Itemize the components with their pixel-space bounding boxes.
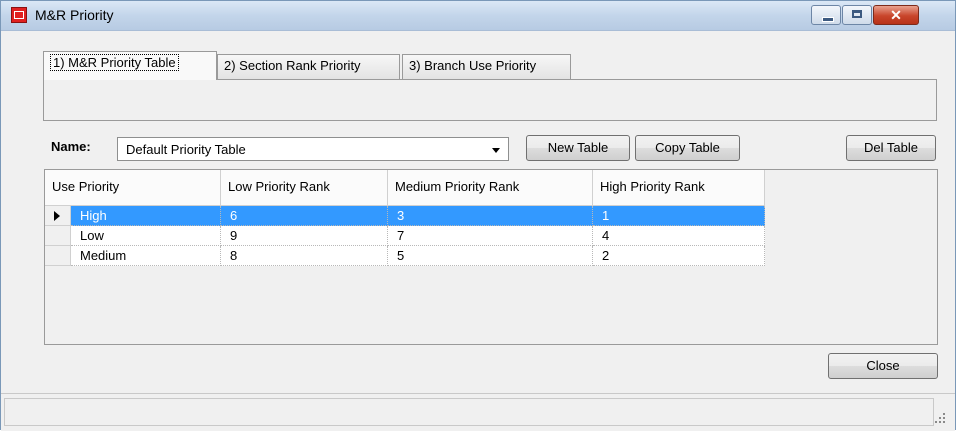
tab-branch-use-priority[interactable]: 3) Branch Use Priority [402,54,571,79]
maximize-icon [852,10,862,18]
dropdown-arrow-icon[interactable] [492,148,500,153]
minimize-button[interactable] [811,5,841,25]
minimize-icon [822,17,834,22]
window-title: M&R Priority [35,7,114,23]
app-icon [11,7,27,23]
cell-medium-priority-rank[interactable]: 7 [388,226,593,246]
cell-medium-priority-rank[interactable]: 5 [388,246,593,266]
tab-label: 3) Branch Use Priority [409,58,537,73]
tab-mr-priority-table[interactable]: 1) M&R Priority Table [43,51,217,80]
cell-low-priority-rank[interactable]: 8 [221,246,388,266]
row-header[interactable] [45,206,71,226]
status-bar [1,393,955,431]
cell-low-priority-rank[interactable]: 6 [221,206,388,226]
close-icon: ✕ [890,7,902,23]
priority-grid[interactable]: Use Priority Low Priority Rank Medium Pr… [44,169,938,345]
cell-use-priority[interactable]: Medium [71,246,221,266]
status-panel [4,398,934,426]
column-header-medium-priority-rank[interactable]: Medium Priority Rank [388,170,593,206]
row-header[interactable] [45,226,71,246]
cell-high-priority-rank[interactable]: 1 [593,206,765,226]
tab-panel [43,79,937,121]
cell-high-priority-rank[interactable]: 2 [593,246,765,266]
cell-use-priority[interactable]: Low [71,226,221,246]
tab-section-rank-priority[interactable]: 2) Section Rank Priority [217,54,400,79]
close-button[interactable]: Close [828,353,938,379]
column-header-use-priority[interactable]: Use Priority [45,170,221,206]
del-table-button[interactable]: Del Table [846,135,936,161]
cell-low-priority-rank[interactable]: 9 [221,226,388,246]
copy-table-button[interactable]: Copy Table [635,135,740,161]
resize-grip-icon[interactable] [935,413,945,423]
tab-label: 2) Section Rank Priority [224,58,361,73]
new-table-button[interactable]: New Table [526,135,630,161]
row-header[interactable] [45,246,71,266]
title-bar[interactable]: M&R Priority ✕ [1,1,955,31]
cell-medium-priority-rank[interactable]: 3 [388,206,593,226]
row-pointer-icon [54,211,60,221]
column-header-low-priority-rank[interactable]: Low Priority Rank [221,170,388,206]
cell-high-priority-rank[interactable]: 4 [593,226,765,246]
cell-use-priority[interactable]: High [71,206,221,226]
tab-label: 1) M&R Priority Table [50,54,179,71]
name-dropdown-value: Default Priority Table [126,142,246,157]
maximize-button[interactable] [842,5,872,25]
column-header-high-priority-rank[interactable]: High Priority Rank [593,170,765,206]
name-label: Name: [51,139,91,154]
name-dropdown[interactable]: Default Priority Table [117,137,509,161]
main-window: M&R Priority ✕ 1) M&R Priority Table 2) … [0,0,956,431]
close-window-button[interactable]: ✕ [873,5,919,25]
